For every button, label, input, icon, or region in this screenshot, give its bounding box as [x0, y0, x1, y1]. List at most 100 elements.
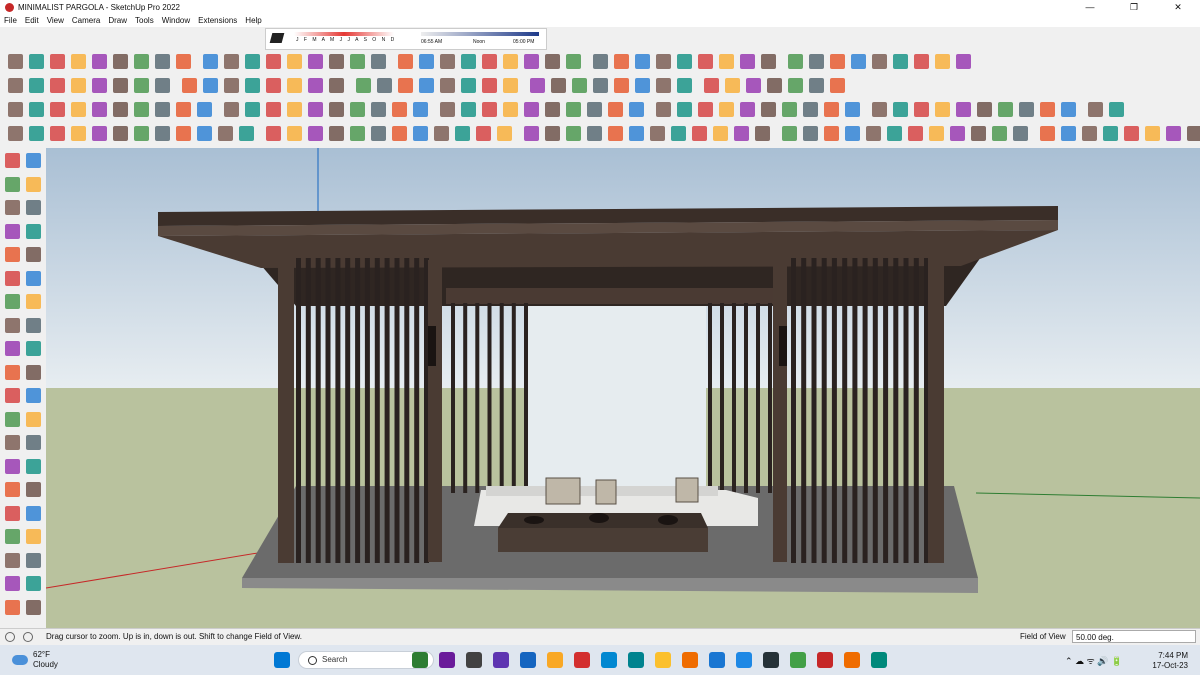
- tool-button-icon[interactable]: [5, 458, 20, 474]
- menu-tools[interactable]: Tools: [135, 16, 154, 25]
- tool-button-icon[interactable]: [5, 505, 20, 521]
- tool-button-icon[interactable]: [935, 102, 950, 117]
- info-icon[interactable]: [5, 632, 15, 642]
- tool-button-icon[interactable]: [725, 78, 740, 93]
- tool-button-icon[interactable]: [914, 102, 929, 117]
- tool-button-icon[interactable]: [308, 78, 323, 93]
- taskbar-app-icon[interactable]: [790, 652, 806, 668]
- tool-button-icon[interactable]: [587, 102, 602, 117]
- tool-button-icon[interactable]: [761, 54, 776, 69]
- tool-button-icon[interactable]: [92, 102, 107, 117]
- tool-button-icon[interactable]: [5, 599, 20, 615]
- tool-button-icon[interactable]: [8, 102, 23, 117]
- tool-button-icon[interactable]: [26, 599, 41, 615]
- tool-button-icon[interactable]: [308, 54, 323, 69]
- taskbar-app-icon[interactable]: [736, 652, 752, 668]
- system-tray[interactable]: ⌃ ☁ ᯤ 🔊 🔋: [1065, 654, 1122, 667]
- tool-button-icon[interactable]: [545, 54, 560, 69]
- tool-button-icon[interactable]: [482, 102, 497, 117]
- taskbar-app-icon[interactable]: [520, 652, 536, 668]
- taskbar-app-icon[interactable]: [763, 652, 779, 668]
- tool-button-icon[interactable]: [461, 102, 476, 117]
- tool-button-icon[interactable]: [503, 102, 518, 117]
- tool-button-icon[interactable]: [26, 435, 41, 450]
- start-button-icon[interactable]: [274, 652, 290, 668]
- tool-button-icon[interactable]: [176, 54, 191, 69]
- tool-button-icon[interactable]: [371, 54, 386, 69]
- tool-button-icon[interactable]: [713, 126, 728, 141]
- tool-button-icon[interactable]: [356, 78, 371, 93]
- tool-button-icon[interactable]: [440, 102, 455, 117]
- tool-button-icon[interactable]: [26, 247, 41, 262]
- tool-button-icon[interactable]: [566, 54, 581, 69]
- tool-button-icon[interactable]: [26, 529, 41, 544]
- tool-button-icon[interactable]: [482, 78, 497, 93]
- tool-button-icon[interactable]: [71, 102, 86, 117]
- tool-button-icon[interactable]: [26, 223, 41, 239]
- tool-button-icon[interactable]: [5, 364, 20, 380]
- modeling-viewport[interactable]: [46, 148, 1200, 628]
- tool-button-icon[interactable]: [440, 78, 455, 93]
- tool-button-icon[interactable]: [266, 126, 281, 141]
- tool-button-icon[interactable]: [308, 102, 323, 117]
- tool-button-icon[interactable]: [392, 126, 407, 141]
- tool-button-icon[interactable]: [26, 341, 41, 356]
- tool-button-icon[interactable]: [866, 126, 881, 141]
- tool-button-icon[interactable]: [482, 54, 497, 69]
- tool-button-icon[interactable]: [50, 78, 65, 93]
- tool-button-icon[interactable]: [5, 529, 20, 544]
- tool-button-icon[interactable]: [134, 78, 149, 93]
- tool-button-icon[interactable]: [197, 126, 212, 141]
- clock[interactable]: 7:44 PM 17-Oct-23: [1152, 651, 1188, 671]
- tool-button-icon[interactable]: [767, 78, 782, 93]
- tool-button-icon[interactable]: [26, 176, 41, 192]
- taskbar-app-icon[interactable]: [709, 652, 725, 668]
- tool-button-icon[interactable]: [656, 54, 671, 69]
- tool-button-icon[interactable]: [8, 126, 23, 141]
- tool-button-icon[interactable]: [182, 78, 197, 93]
- date-slider[interactable]: [294, 32, 394, 36]
- tool-button-icon[interactable]: [134, 54, 149, 69]
- tool-button-icon[interactable]: [308, 126, 323, 141]
- tool-button-icon[interactable]: [788, 78, 803, 93]
- tool-button-icon[interactable]: [566, 126, 581, 141]
- tool-button-icon[interactable]: [608, 102, 623, 117]
- tool-button-icon[interactable]: [893, 54, 908, 69]
- tool-button-icon[interactable]: [50, 102, 65, 117]
- tool-button-icon[interactable]: [5, 435, 20, 450]
- tool-button-icon[interactable]: [5, 552, 20, 568]
- tool-button-icon[interactable]: [614, 78, 629, 93]
- tool-button-icon[interactable]: [329, 54, 344, 69]
- tool-button-icon[interactable]: [5, 153, 20, 168]
- tool-button-icon[interactable]: [971, 126, 986, 141]
- tool-button-icon[interactable]: [5, 176, 20, 192]
- tool-button-icon[interactable]: [266, 78, 281, 93]
- tool-button-icon[interactable]: [476, 126, 491, 141]
- tool-button-icon[interactable]: [755, 126, 770, 141]
- tool-button-icon[interactable]: [50, 54, 65, 69]
- tool-button-icon[interactable]: [5, 388, 20, 403]
- menu-camera[interactable]: Camera: [72, 16, 100, 25]
- tool-button-icon[interactable]: [92, 126, 107, 141]
- tool-button-icon[interactable]: [992, 126, 1007, 141]
- tool-button-icon[interactable]: [587, 126, 602, 141]
- tool-button-icon[interactable]: [224, 54, 239, 69]
- taskbar-app-icon[interactable]: [871, 652, 887, 668]
- measurement-box[interactable]: 50.00 deg.: [1072, 630, 1196, 643]
- tool-button-icon[interactable]: [413, 126, 428, 141]
- tool-button-icon[interactable]: [572, 78, 587, 93]
- tool-button-icon[interactable]: [887, 126, 902, 141]
- tool-button-icon[interactable]: [398, 78, 413, 93]
- tool-button-icon[interactable]: [5, 576, 20, 591]
- tool-button-icon[interactable]: [113, 102, 128, 117]
- menu-draw[interactable]: Draw: [108, 16, 127, 25]
- tool-button-icon[interactable]: [461, 54, 476, 69]
- tool-button-icon[interactable]: [635, 78, 650, 93]
- tool-button-icon[interactable]: [830, 78, 845, 93]
- tool-button-icon[interactable]: [245, 78, 260, 93]
- tool-button-icon[interactable]: [92, 78, 107, 93]
- tool-button-icon[interactable]: [176, 126, 191, 141]
- tool-button-icon[interactable]: [92, 54, 107, 69]
- tool-button-icon[interactable]: [746, 78, 761, 93]
- tool-button-icon[interactable]: [803, 102, 818, 117]
